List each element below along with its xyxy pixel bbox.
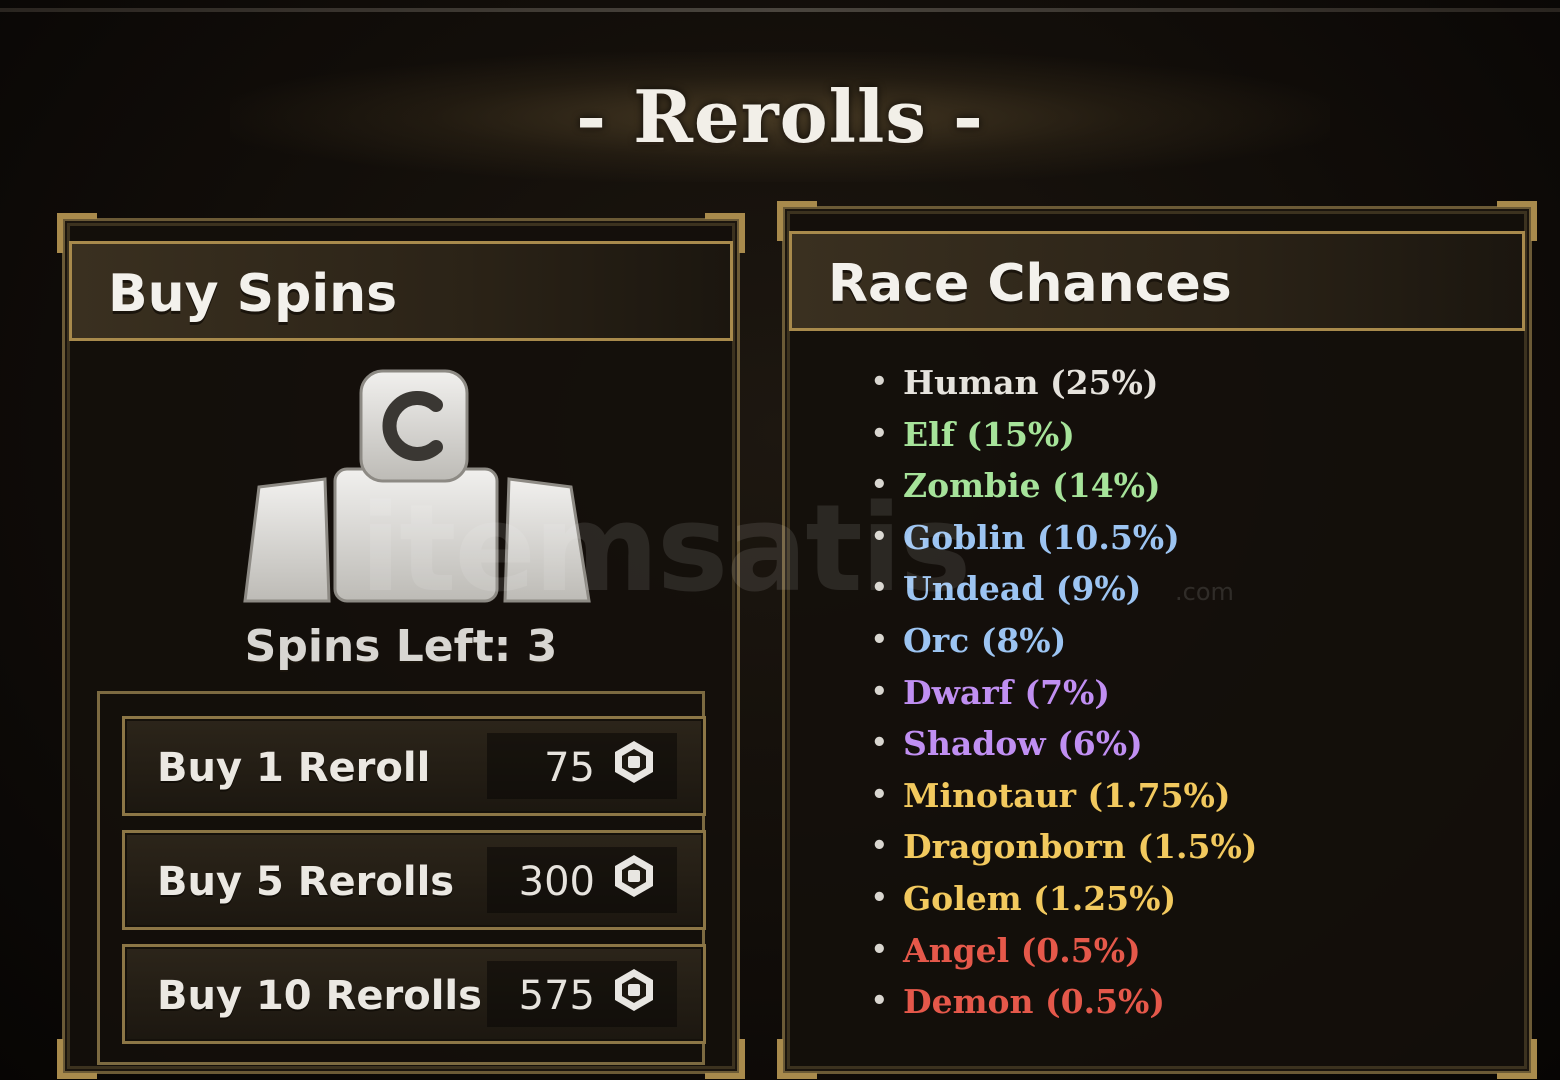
price-value: 575 [518,973,595,1019]
buy-button-label: Buy 10 Rerolls [157,973,482,1019]
race-list-item: • Dwarf (7%) [871,667,1257,719]
race-chance-label: Golem (1.25%) [903,878,1177,918]
bullet-icon: • [871,779,888,810]
race-chance-label: Zombie (14%) [903,466,1161,506]
race-chance-label: Undead (9%) [903,569,1142,609]
price-value: 300 [518,859,595,905]
race-chance-label: Human (25%) [903,363,1159,402]
race-list-item: • Minotaur (1.75%) [871,770,1257,822]
buy-5-rerolls-button[interactable]: Buy 5 Rerolls 300 [122,830,706,930]
race-list-item: • Human (25%) [871,357,1257,409]
race-list-item: • Goblin (10.5%) [871,512,1257,564]
panel-corner [705,1039,745,1079]
buy-button-label: Buy 5 Rerolls [157,859,455,905]
bullet-icon: • [871,573,888,604]
buy-spins-title: Buy Spins [108,264,398,324]
race-list-item: • Zombie (14%) [871,460,1257,512]
spins-left-counter: Spins Left: 3 [244,621,558,672]
race-chances-title: Race Chances [828,254,1232,314]
buy-spins-header: Buy Spins [69,241,733,341]
race-chance-label: Demon (0.5%) [903,982,1166,1022]
panel-corner [777,1039,817,1079]
rerolls-screen: - Rerolls - Buy Spins Spins Left: 3 Buy … [0,0,1560,1080]
robux-icon [615,741,653,783]
buy-1-reroll-button[interactable]: Buy 1 Reroll 75 [122,716,706,816]
robux-icon [615,855,653,897]
bullet-icon: • [871,831,888,862]
race-chance-label: Goblin (10.5%) [903,517,1180,557]
bullet-icon: • [871,418,888,449]
bullet-icon: • [871,986,888,1017]
price-box: 75 [487,733,677,799]
race-list-item: • Dragonborn (1.5%) [871,821,1257,873]
race-chance-label: Shadow (6%) [903,724,1143,764]
race-list-item: • Demon (0.5%) [871,976,1257,1028]
top-divider [0,8,1560,12]
race-chance-label: Minotaur (1.75%) [903,775,1231,815]
race-list-item: • Shadow (6%) [871,718,1257,770]
race-chance-label: Angel (0.5%) [903,930,1141,970]
robux-icon [615,969,653,1011]
page-title: - Rerolls - [576,74,984,159]
race-list-item: • Orc (8%) [871,615,1257,667]
race-list-item: • Undead (9%) [871,563,1257,615]
race-list: • Human (25%) • Elf (15%) • Zombie (14%) • Gobl… [871,357,1257,1028]
bullet-icon: • [871,728,888,759]
bullet-icon: • [871,882,888,913]
bullet-icon: • [871,470,888,501]
race-chance-label: Elf (15%) [903,414,1075,454]
race-list-item: • Elf (15%) [871,409,1257,461]
buy-options-frame: Buy 1 Reroll 75 Buy 5 Rerolls 300 Buy 10… [97,691,706,1065]
panel-corner [57,1039,97,1079]
race-chance-label: Dragonborn (1.5%) [903,827,1258,867]
price-box: 575 [487,961,677,1027]
price-box: 300 [487,847,677,913]
panel-corner [1497,1039,1537,1079]
bullet-icon: • [871,367,888,397]
bullet-icon: • [871,521,888,552]
race-chances-panel: Race Chances • Human (25%) • Elf (15%) • Zomb… [777,201,1537,1079]
price-value: 75 [544,745,595,791]
race-chance-label: Orc (8%) [903,620,1067,660]
spin-pack-icon [243,369,591,603]
bullet-icon: • [871,934,888,965]
race-chance-label: Dwarf (7%) [903,672,1111,712]
buy-button-label: Buy 1 Reroll [157,745,431,791]
bullet-icon: • [871,624,888,655]
buy-spins-panel: Buy Spins Spins Left: 3 Buy 1 Reroll 75 … [57,213,745,1079]
bullet-icon: • [871,676,888,707]
race-list-item: • Angel (0.5%) [871,925,1257,977]
buy-10-rerolls-button[interactable]: Buy 10 Rerolls 575 [122,944,706,1044]
race-list-item: • Golem (1.25%) [871,873,1257,925]
race-chances-header: Race Chances [789,231,1525,331]
